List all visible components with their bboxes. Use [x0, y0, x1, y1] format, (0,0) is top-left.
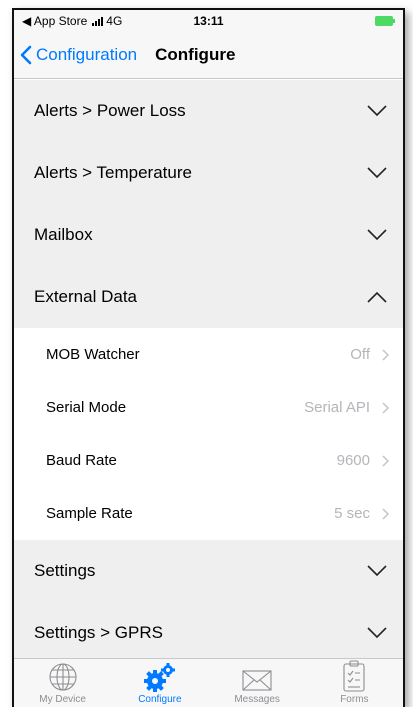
- section-label: Mailbox: [34, 225, 93, 244]
- section-label: External Data: [34, 287, 137, 306]
- navigation-bar: Configuration Configure: [14, 32, 403, 79]
- row-mob-watcher[interactable]: MOB Watcher Off: [14, 328, 403, 381]
- envelope-icon: [242, 670, 272, 691]
- section-label: Settings > GPRS: [34, 623, 163, 642]
- tab-my-device[interactable]: My Device: [14, 659, 111, 707]
- status-time: 13:11: [193, 14, 224, 28]
- row-value-group: Off: [350, 346, 389, 363]
- section-alerts-temperature[interactable]: Alerts > Temperature: [14, 142, 403, 204]
- row-label: Sample Rate: [46, 505, 133, 522]
- row-value-group: 9600: [337, 452, 389, 469]
- tab-bar: My Device Configure Messages Forms: [14, 658, 403, 707]
- status-bar: ◀ App Store 4G 13:11: [14, 10, 403, 32]
- page-title: Configure: [155, 45, 236, 64]
- chevron-down-icon: [367, 105, 387, 117]
- row-label: MOB Watcher: [46, 346, 140, 363]
- tab-label: My Device: [39, 694, 86, 705]
- chevron-down-icon: [367, 167, 387, 179]
- back-button[interactable]: Configuration: [20, 45, 137, 65]
- row-value: 5 sec: [334, 505, 370, 522]
- chevron-right-icon: [382, 454, 389, 467]
- chevron-left-icon: [20, 45, 32, 65]
- section-alerts-power-loss[interactable]: Alerts > Power Loss: [14, 80, 403, 142]
- gears-icon: [143, 663, 175, 692]
- clipboard-icon: [343, 660, 365, 692]
- row-value-group: Serial API: [304, 399, 389, 416]
- row-value-group: 5 sec: [334, 505, 389, 522]
- tab-messages[interactable]: Messages: [209, 659, 306, 707]
- tab-configure[interactable]: Configure: [111, 659, 208, 707]
- row-label: Serial Mode: [46, 399, 127, 416]
- settings-list: Alerts > Power Loss Alerts > Temperature…: [14, 80, 403, 659]
- chevron-down-icon: [367, 229, 387, 241]
- section-settings[interactable]: Settings: [14, 540, 403, 602]
- section-label: Alerts > Temperature: [34, 163, 192, 182]
- section-label: Alerts > Power Loss: [34, 101, 186, 120]
- tab-label: Configure: [138, 694, 182, 705]
- battery-icon: [375, 16, 395, 26]
- chevron-down-icon: [367, 627, 387, 639]
- back-button-label: Configuration: [36, 45, 138, 64]
- row-serial-mode[interactable]: Serial Mode Serial API: [14, 381, 403, 434]
- section-external-data[interactable]: External Data: [14, 266, 403, 328]
- chevron-down-icon: [367, 565, 387, 577]
- chevron-right-icon: [382, 401, 389, 414]
- row-value: 9600: [336, 452, 370, 469]
- chevron-right-icon: [382, 348, 389, 361]
- tab-label: Messages: [234, 694, 280, 705]
- row-sample-rate[interactable]: Sample Rate 5 sec: [14, 487, 403, 540]
- section-mailbox[interactable]: Mailbox: [14, 204, 403, 266]
- row-value: Serial API: [304, 399, 370, 416]
- section-label: Settings: [34, 561, 96, 580]
- tab-label: Forms: [340, 694, 369, 705]
- chevron-up-icon: [367, 291, 387, 303]
- phone-screen: ◀ App Store 4G 13:11 Configuration Confi…: [12, 8, 405, 707]
- tab-forms[interactable]: Forms: [306, 659, 403, 707]
- external-data-rows: MOB Watcher Off Serial Mode Serial API B…: [14, 328, 403, 540]
- chevron-right-icon: [382, 507, 389, 520]
- globe-icon: [49, 663, 77, 691]
- row-baud-rate[interactable]: Baud Rate 9600: [14, 434, 403, 487]
- row-value: Off: [350, 346, 370, 363]
- row-label: Baud Rate: [46, 452, 117, 469]
- section-settings-gprs[interactable]: Settings > GPRS: [14, 602, 403, 659]
